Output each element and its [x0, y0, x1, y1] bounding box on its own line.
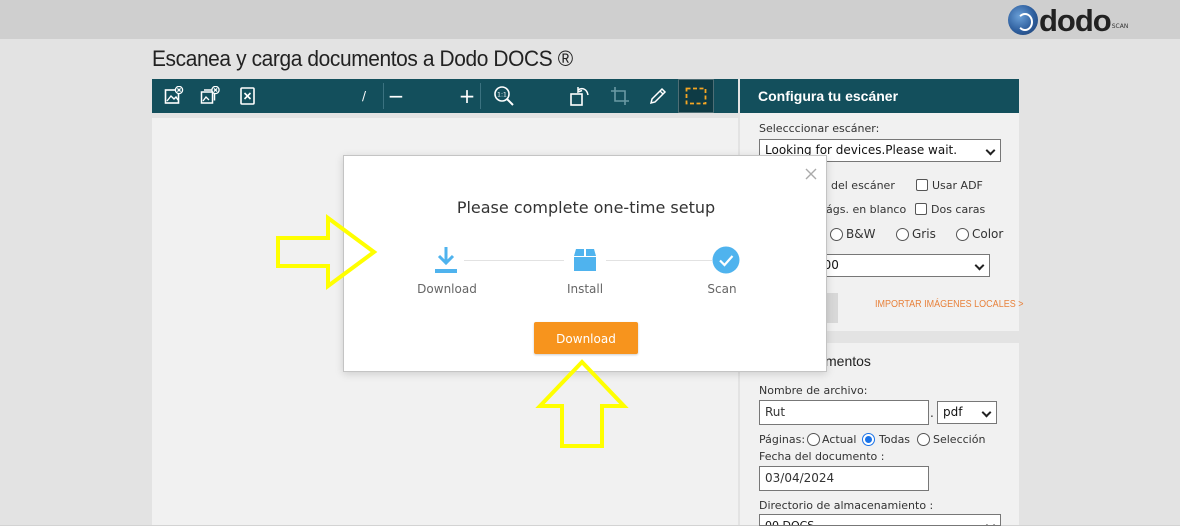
zoom-out-button[interactable]: − [386, 79, 406, 113]
scanner-option-label: del escáner [831, 179, 895, 192]
color-gray-radio[interactable] [896, 228, 909, 241]
top-bar: dodo SCAN [0, 0, 1180, 39]
extension-select[interactable]: pdf [937, 401, 997, 424]
storage-directory-label: Directorio de almacenamiento : [759, 499, 934, 512]
color-bw-radio[interactable] [830, 228, 843, 241]
logo-text: dodo [1039, 2, 1112, 38]
logo-sub: SCAN [1111, 23, 1129, 30]
zoom-actual-size-icon: 1:1 [494, 86, 514, 106]
edit-button[interactable] [646, 79, 670, 113]
svg-text:1:1: 1:1 [497, 92, 507, 99]
close-document-icon [240, 87, 255, 105]
rotate-button[interactable] [568, 79, 592, 113]
filename-input[interactable]: Rut [759, 400, 929, 425]
color-color-label: Color [972, 227, 1004, 241]
check-circle-icon [712, 246, 740, 274]
pages-selection-label: Selección [933, 433, 986, 446]
modal-close-button[interactable] [804, 166, 818, 180]
pages-selection-radio[interactable] [917, 433, 930, 446]
blank-pages-label: ágs. en blanco [826, 203, 907, 216]
selection-area-icon [685, 87, 707, 105]
crop-icon [611, 87, 629, 105]
download-icon [435, 247, 457, 273]
color-color-radio[interactable] [956, 228, 969, 241]
color-gray-label: Gris [912, 227, 936, 241]
page-title: Escanea y carga documentos a Dodo DOCS ® [152, 46, 573, 71]
step-connector [606, 260, 712, 261]
toolbar-divider [383, 83, 384, 109]
step-install [569, 244, 601, 276]
step-download [430, 244, 462, 276]
package-icon [574, 249, 596, 271]
adf-checkbox[interactable] [916, 179, 928, 191]
pages-label: Páginas: [759, 433, 806, 446]
step-install-label: Install [566, 282, 604, 296]
adf-label: Usar ADF [932, 179, 983, 192]
rotate-icon [570, 87, 589, 106]
scanner-select-label: Selecccionar escáner: [759, 122, 880, 135]
document-date-input[interactable]: 03/04/2024 [759, 466, 929, 491]
resolution-select[interactable]: 200 [810, 254, 990, 277]
modal-title: Please complete one-time setup [456, 198, 716, 217]
import-local-images-link[interactable]: IMPORTAR IMÁGENES LOCALES > [875, 299, 1023, 310]
pencil-icon [649, 87, 667, 105]
remove-image-button[interactable] [162, 79, 186, 113]
close-document-button[interactable] [236, 79, 260, 113]
step-download-label: Download [417, 282, 477, 296]
toolbar-divider [480, 83, 481, 109]
storage-directory-select[interactable]: 00 DOCS [759, 514, 1001, 526]
pages-all-radio[interactable] [862, 433, 875, 446]
actual-size-button[interactable]: 1:1 [492, 79, 516, 113]
close-icon [805, 168, 817, 180]
scanner-panel-title: Configura tu escáner [740, 79, 1019, 113]
filename-label: Nombre de archivo: [759, 384, 868, 397]
remove-image-icon [164, 86, 184, 104]
color-bw-label: B&W [846, 227, 876, 241]
duplex-label: Dos caras [931, 203, 986, 216]
remove-all-images-button[interactable] [198, 79, 222, 113]
step-connector [464, 260, 564, 261]
page-separator: / [361, 89, 367, 103]
viewer-toolbar: / − + 1:1 [152, 79, 738, 113]
duplex-checkbox[interactable] [915, 203, 927, 215]
dodo-logo[interactable]: dodo SCAN [1008, 4, 1128, 36]
extension-dot: . [930, 406, 934, 420]
document-date-label: Fecha del documento : [759, 450, 885, 463]
download-button[interactable]: Download [534, 322, 638, 354]
step-scan [710, 244, 742, 276]
up-arrow-annotation-icon [535, 359, 629, 448]
zoom-in-button[interactable]: + [457, 79, 477, 113]
step-scan-label: Scan [707, 282, 737, 296]
pages-all-label: Todas [879, 433, 911, 446]
crop-button[interactable] [608, 79, 632, 113]
setup-modal: Please complete one-time setup Download … [343, 155, 827, 372]
remove-all-images-icon [200, 86, 220, 104]
pages-current-label: Actual [822, 433, 857, 446]
documents-panel-title: mentos [825, 353, 871, 369]
pages-current-radio[interactable] [807, 433, 820, 446]
dodo-logo-mark [1008, 5, 1038, 35]
select-area-button[interactable] [678, 79, 714, 113]
right-arrow-annotation-icon [276, 214, 378, 290]
